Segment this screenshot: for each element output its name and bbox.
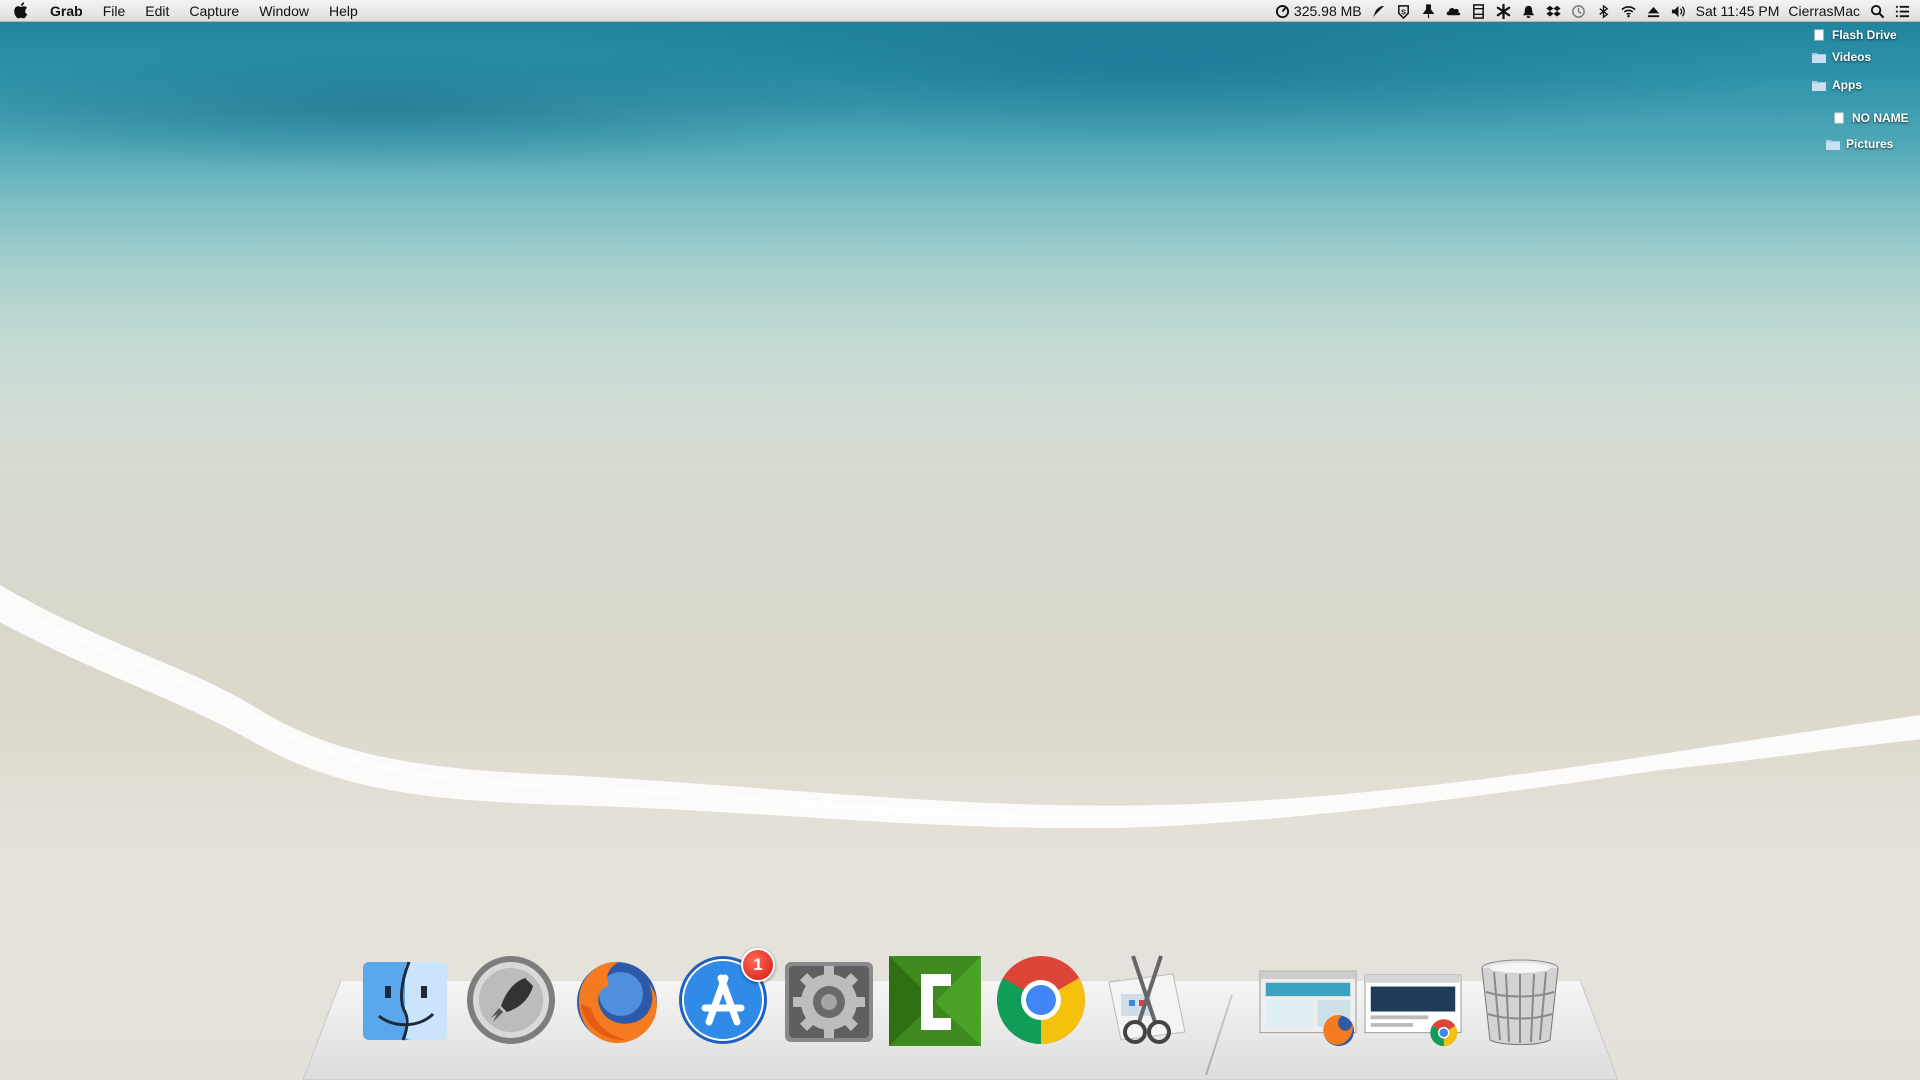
s-badge-icon[interactable]: S	[1396, 3, 1412, 19]
menu-edit[interactable]: Edit	[135, 0, 179, 22]
feather-icon[interactable]	[1371, 3, 1387, 19]
menu-file[interactable]: File	[93, 0, 136, 22]
pin-icon[interactable]	[1421, 3, 1437, 19]
dock-google-chrome[interactable]	[993, 950, 1089, 1050]
desktop-icon-flash-drive[interactable]: Flash Drive	[1812, 28, 1897, 42]
bluetooth-icon[interactable]	[1596, 3, 1612, 19]
dock-minimized-firefox-window[interactable]	[1258, 950, 1358, 1050]
volume-icon[interactable]	[1671, 3, 1687, 19]
desktop-icon-apps[interactable]: Apps	[1812, 78, 1862, 92]
desktop-icon-videos[interactable]: Videos	[1812, 50, 1871, 64]
menu-bar: Grab File Edit Capture Window Help 325.9…	[0, 0, 1920, 22]
menu-capture[interactable]: Capture	[179, 0, 249, 22]
desktop-icon-label: NO NAME	[1852, 111, 1909, 125]
svg-text:S: S	[1401, 7, 1406, 16]
desktop-icon-label: Pictures	[1846, 137, 1894, 151]
wifi-icon[interactable]	[1621, 3, 1637, 19]
system-preferences-icon	[785, 962, 873, 1042]
firefox-window-thumbnail	[1259, 970, 1357, 1047]
app-store-update-badge: 1	[741, 948, 775, 982]
grab-scissors-icon	[1108, 955, 1186, 1044]
time-machine-icon[interactable]	[1571, 3, 1587, 19]
dock-system-preferences[interactable]	[781, 950, 877, 1050]
desktop-icon-label: Apps	[1832, 78, 1862, 92]
folder-icon	[1812, 53, 1826, 63]
dock-app-store[interactable]: 1	[675, 948, 775, 1050]
dock-camtasia[interactable]	[887, 950, 983, 1050]
firefox-icon	[577, 961, 657, 1044]
chrome-window-thumbnail	[1364, 974, 1462, 1047]
menu-help[interactable]: Help	[319, 0, 368, 22]
wave-foam	[0, 584, 1920, 829]
film-icon[interactable]	[1471, 3, 1487, 19]
launchpad-icon	[467, 956, 555, 1044]
desktop-icon-pictures[interactable]: Pictures	[1826, 137, 1893, 151]
notification-center-icon[interactable]	[1894, 3, 1910, 19]
dock-firefox[interactable]	[569, 950, 665, 1050]
drive-icon	[1814, 29, 1824, 41]
folder-icon	[1812, 81, 1826, 91]
dropbox-icon[interactable]	[1546, 3, 1562, 19]
desktop-icon-no-name[interactable]: NO NAME	[1832, 111, 1909, 125]
dock-minimized-chrome-window[interactable]	[1363, 950, 1463, 1050]
app-menu-grab[interactable]: Grab	[40, 0, 93, 22]
drive-icon	[1834, 112, 1844, 124]
clock[interactable]: Sat 11:45 PM	[1696, 3, 1780, 19]
dock-launchpad[interactable]	[463, 950, 559, 1050]
memory-readout[interactable]: 325.98 MB	[1294, 3, 1362, 19]
desktop-icon-label: Videos	[1832, 50, 1872, 64]
desktop-wallpaper	[0, 0, 1920, 1080]
eject-icon[interactable]	[1646, 3, 1662, 19]
desktop-icon-label: Flash Drive	[1832, 28, 1897, 42]
cloud-icon[interactable]	[1446, 3, 1462, 19]
dock-trash[interactable]	[1472, 950, 1568, 1050]
bell-icon[interactable]	[1521, 3, 1537, 19]
menu-window[interactable]: Window	[249, 0, 319, 22]
asterisk-icon[interactable]	[1496, 3, 1512, 19]
finder-icon	[363, 961, 447, 1041]
dock-grab[interactable]	[1099, 950, 1195, 1050]
user-name[interactable]: CierrasMac	[1788, 3, 1860, 19]
memory-gauge-icon[interactable]	[1275, 3, 1291, 19]
spotlight-icon[interactable]	[1869, 3, 1885, 19]
apple-menu-icon[interactable]	[0, 2, 40, 19]
trash-icon	[1481, 959, 1559, 1045]
camtasia-icon	[889, 956, 981, 1046]
folder-icon	[1826, 140, 1840, 150]
chrome-icon	[997, 956, 1085, 1044]
dock-finder[interactable]	[357, 950, 453, 1050]
